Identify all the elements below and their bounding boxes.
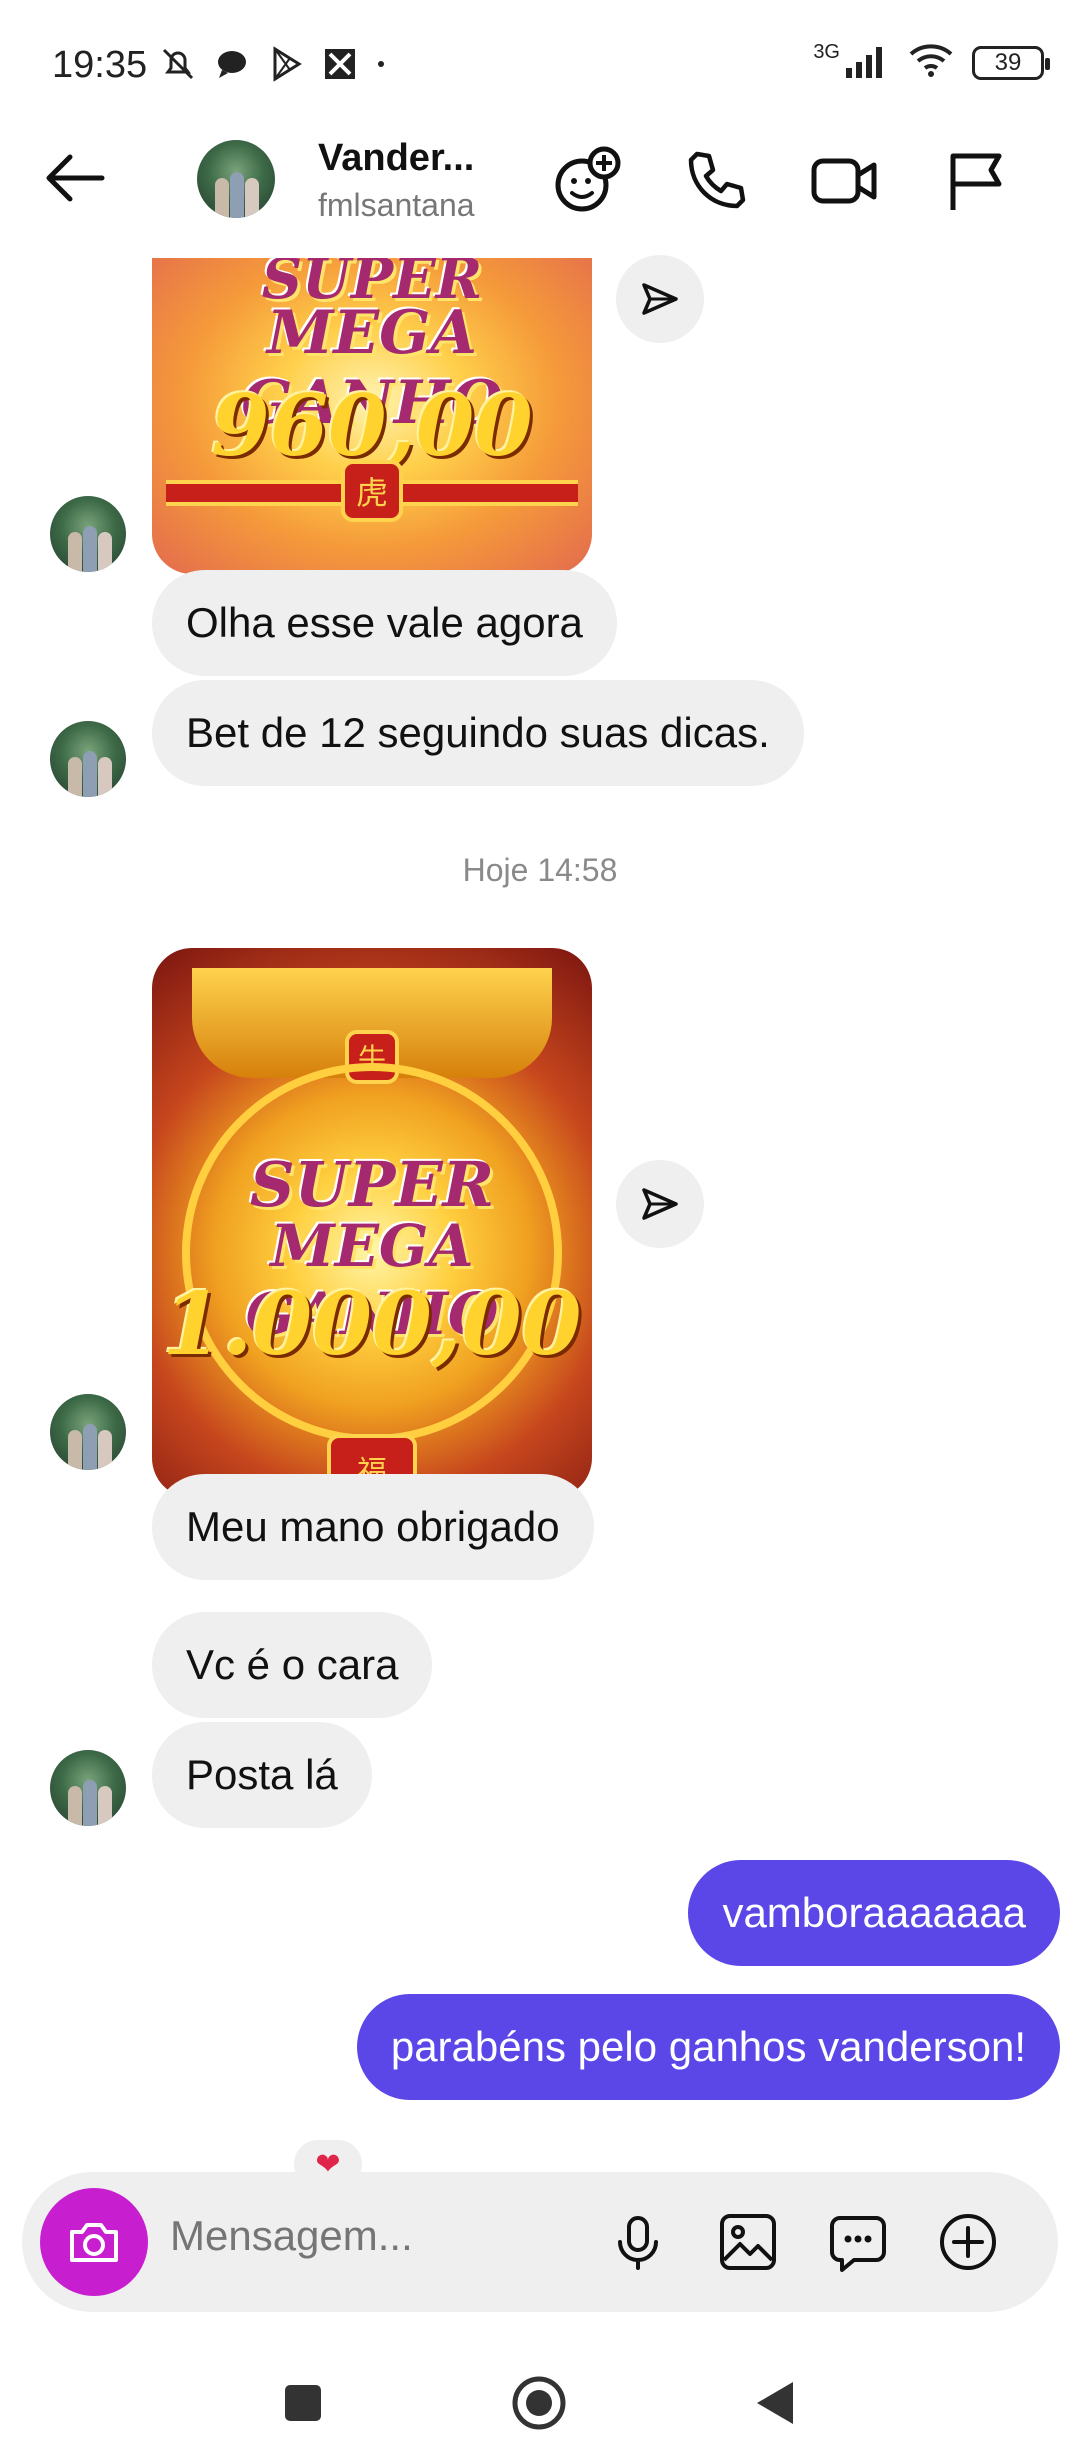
share-button[interactable] bbox=[616, 255, 704, 343]
sticker-button[interactable] bbox=[822, 2206, 894, 2278]
message-input[interactable] bbox=[170, 2212, 590, 2260]
back-button[interactable] bbox=[40, 143, 110, 213]
sender-avatar[interactable] bbox=[50, 1750, 126, 1826]
phone-icon bbox=[688, 151, 746, 209]
message-composer bbox=[22, 2172, 1058, 2312]
square-icon bbox=[285, 2385, 321, 2421]
more-options-button[interactable] bbox=[932, 2206, 1004, 2278]
camera-button[interactable] bbox=[40, 2188, 148, 2296]
contact-avatar[interactable] bbox=[197, 140, 275, 218]
system-navigation-bar bbox=[0, 2340, 1080, 2460]
voice-message-button[interactable] bbox=[602, 2206, 674, 2278]
home-circle-icon bbox=[512, 2376, 566, 2430]
send-icon bbox=[642, 283, 678, 315]
media-seal: 虎 bbox=[341, 460, 403, 522]
chat-more-icon bbox=[830, 2216, 886, 2272]
gallery-button[interactable] bbox=[712, 2206, 784, 2278]
send-icon bbox=[642, 1188, 678, 1220]
media-image-win-960[interactable]: SUPER MEGA GANHO 960,00 虎 bbox=[152, 258, 592, 574]
bell-off-icon bbox=[158, 44, 198, 84]
media-image-win-1000[interactable]: 牛 SUPER MEGA GANHO 1.000,00 福 bbox=[152, 948, 592, 1498]
incoming-message[interactable]: Meu mano obrigado bbox=[152, 1474, 594, 1580]
media-text-value: 1.000,00 bbox=[162, 1274, 582, 1375]
triangle-back-icon bbox=[757, 2382, 793, 2424]
recents-button[interactable] bbox=[268, 2368, 338, 2438]
contact-handle[interactable]: fmlsantana bbox=[318, 187, 475, 224]
microphone-icon bbox=[618, 2216, 658, 2270]
status-notification-icons bbox=[158, 44, 388, 84]
battery-level: 39 bbox=[994, 48, 1022, 76]
sender-avatar[interactable] bbox=[50, 496, 126, 572]
gallery-icon bbox=[720, 2214, 776, 2270]
add-effect-icon bbox=[555, 146, 621, 212]
incoming-message[interactable]: Bet de 12 seguindo suas dicas. bbox=[152, 680, 804, 786]
outgoing-message[interactable]: parabéns pelo ganhos vanderson! bbox=[356, 1994, 1060, 2100]
flag-icon bbox=[950, 153, 1002, 210]
status-time: 19:35 bbox=[52, 44, 148, 86]
network-type: 3G bbox=[813, 41, 840, 63]
home-button[interactable] bbox=[504, 2368, 574, 2438]
sender-avatar[interactable] bbox=[50, 1394, 126, 1470]
back-arrow-icon bbox=[46, 154, 105, 202]
audio-call-button[interactable] bbox=[680, 145, 752, 217]
incoming-message[interactable]: Posta lá bbox=[152, 1722, 372, 1828]
sender-avatar[interactable] bbox=[50, 721, 126, 797]
plus-circle-icon bbox=[940, 2214, 996, 2270]
play-store-icon bbox=[266, 44, 306, 84]
incoming-message[interactable]: Olha esse vale agora bbox=[152, 570, 617, 676]
conversation-timestamp: Hoje 14:58 bbox=[462, 852, 618, 888]
more-notifications-dot-icon bbox=[374, 44, 388, 84]
app-notification-icon bbox=[320, 44, 360, 84]
chat-bubble-icon bbox=[212, 44, 252, 84]
video-call-button[interactable] bbox=[808, 145, 880, 217]
media-text-super: SUPER bbox=[249, 1148, 495, 1221]
status-right: 3G 39 bbox=[813, 41, 1050, 83]
wifi-icon bbox=[908, 42, 954, 83]
back-nav-button[interactable] bbox=[740, 2368, 810, 2438]
share-button[interactable] bbox=[616, 1160, 704, 1248]
video-camera-icon bbox=[811, 158, 877, 204]
signal-icon bbox=[844, 42, 890, 83]
outgoing-message[interactable]: vamboraaaaaaa bbox=[688, 1860, 1060, 1966]
battery-indicator: 39 bbox=[972, 45, 1050, 80]
camera-icon bbox=[70, 2223, 118, 2262]
status-bar: 19:35 3G 39 bbox=[0, 0, 1080, 130]
report-flag-button[interactable] bbox=[940, 145, 1012, 217]
contact-name[interactable]: Vander... bbox=[318, 137, 474, 180]
add-effect-button[interactable] bbox=[552, 145, 624, 217]
incoming-message[interactable]: Vc é o cara bbox=[152, 1612, 433, 1718]
